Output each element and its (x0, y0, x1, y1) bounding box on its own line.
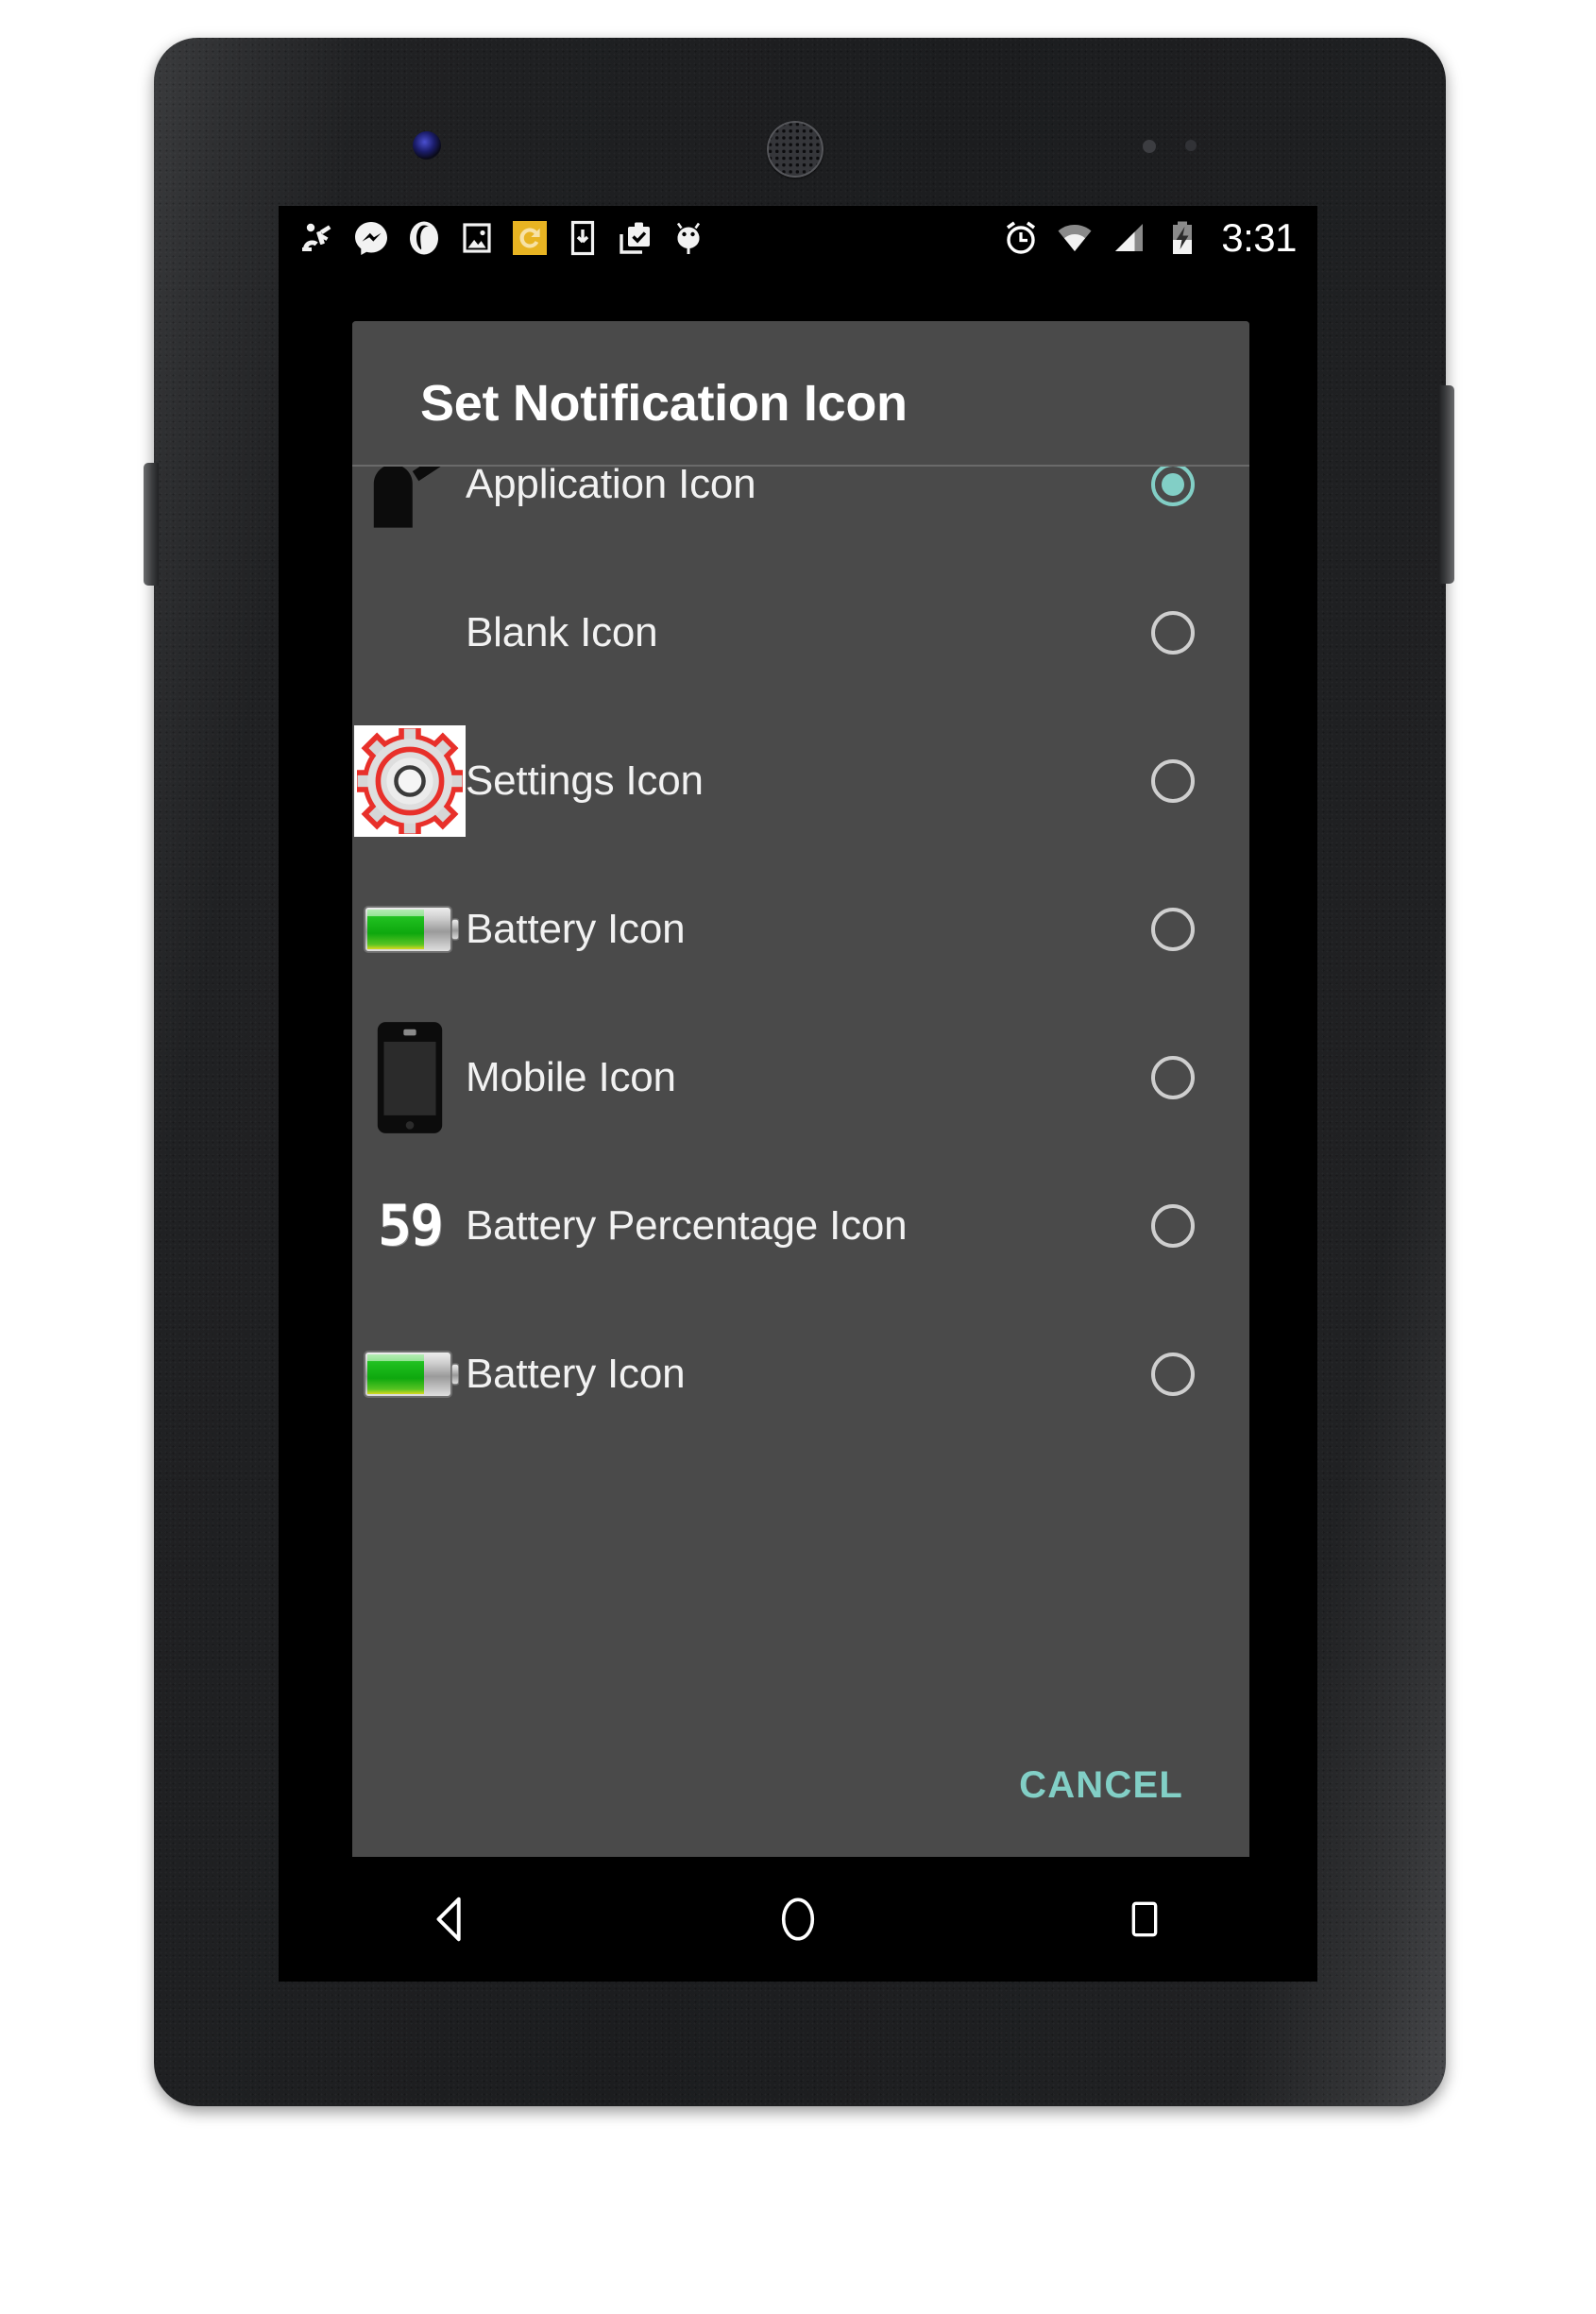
blank-icon (354, 577, 466, 689)
back-icon[interactable] (395, 1872, 508, 1966)
opera-icon (405, 219, 443, 257)
list-item-mobile-icon[interactable]: Mobile Icon (352, 1003, 1249, 1151)
list-item-label: Battery Percentage Icon (466, 1201, 908, 1249)
title-divider (352, 465, 1249, 467)
phone-screen: 3:31 Set Notification Icon Application I… (279, 206, 1317, 1982)
settings-gear-icon (354, 724, 466, 837)
status-bar-clock: 3:31 (1221, 215, 1297, 260)
list-item-battery-icon-2[interactable]: Battery Icon (352, 1300, 1249, 1448)
radio-mobile-icon[interactable] (1151, 1055, 1195, 1099)
radio-battery-percentage-icon[interactable] (1151, 1203, 1195, 1248)
list-item-battery-percentage-icon[interactable]: 59 Battery Percentage Icon (352, 1151, 1249, 1300)
list-item-battery-icon-1[interactable]: Battery Icon (352, 855, 1249, 1003)
list-item-label: Battery Icon (466, 1350, 686, 1397)
list-item-label: Battery Icon (466, 905, 686, 952)
list-item-label: Blank Icon (466, 608, 658, 655)
earpiece-speaker-grille (767, 121, 823, 178)
power-button[interactable] (144, 463, 159, 586)
notification-icon-group (279, 219, 707, 257)
status-bar[interactable]: 3:31 (279, 206, 1317, 270)
clipboard-check-icon (617, 219, 654, 257)
icon-options-list[interactable]: Application Icon Blank Icon Settings Ico… (352, 465, 1249, 1710)
download-to-device-icon (564, 219, 602, 257)
radio-settings-icon[interactable] (1151, 758, 1195, 803)
list-item-label: Application Icon (466, 465, 756, 507)
navigation-bar (279, 1857, 1317, 1982)
photo-icon (458, 219, 496, 257)
list-item-blank-icon[interactable]: Blank Icon (352, 558, 1249, 706)
android-robot-icon (670, 219, 707, 257)
list-item-settings-icon[interactable]: Settings Icon (352, 706, 1249, 855)
android-dev-icon (299, 219, 337, 257)
list-item-application-icon[interactable]: Application Icon (352, 465, 1249, 558)
radio-battery-icon-1[interactable] (1151, 907, 1195, 951)
radio-battery-icon-2[interactable] (1151, 1352, 1195, 1396)
sync-icon (511, 219, 549, 257)
application-silhouette-icon (354, 465, 466, 540)
volume-button[interactable] (1439, 385, 1454, 584)
messenger-icon (352, 219, 390, 257)
radio-blank-icon[interactable] (1151, 610, 1195, 655)
dialog-button-bar: CANCEL (352, 1710, 1249, 1861)
light-sensor (1185, 140, 1197, 151)
alarm-icon (1002, 219, 1040, 257)
battery-percentage-value: 59 (377, 1192, 444, 1259)
list-item-label: Mobile Icon (466, 1053, 676, 1100)
dialog-title: Set Notification Icon (352, 321, 1249, 465)
battery-charging-icon (1163, 219, 1201, 257)
battery-green-icon (354, 874, 466, 985)
recents-icon[interactable] (1088, 1872, 1201, 1966)
cancel-button[interactable]: CANCEL (1004, 1755, 1198, 1816)
list-item-label: Settings Icon (466, 757, 704, 804)
battery-green-icon (354, 1319, 466, 1430)
front-camera (413, 131, 441, 160)
home-icon[interactable] (741, 1872, 855, 1966)
system-status-icon-group: 3:31 (1002, 218, 1317, 258)
battery-percentage-icon: 59 (354, 1170, 466, 1282)
set-notification-icon-dialog: Set Notification Icon Application Icon B… (352, 321, 1249, 1861)
wifi-icon (1056, 219, 1094, 257)
proximity-sensor (1143, 140, 1156, 153)
radio-application-icon[interactable] (1151, 465, 1195, 506)
mobile-phone-icon (354, 1021, 466, 1133)
cellular-signal-icon (1110, 219, 1147, 257)
